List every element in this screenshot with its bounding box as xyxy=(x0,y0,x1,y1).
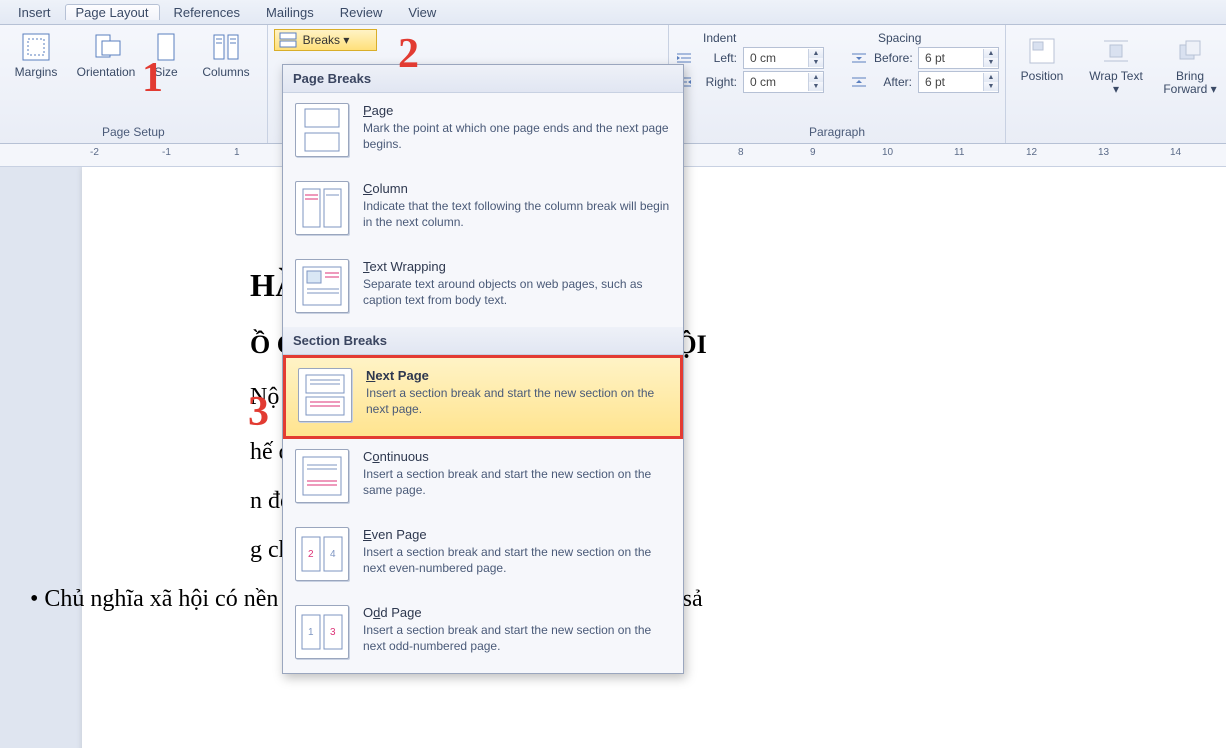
tab-insert[interactable]: Insert xyxy=(6,3,63,22)
page-break-icon xyxy=(295,103,349,157)
orientation-button[interactable]: Orientation xyxy=(76,27,136,79)
column-break-icon xyxy=(295,181,349,235)
tab-references[interactable]: References xyxy=(162,3,252,22)
even-page-icon: 24 xyxy=(295,527,349,581)
indent-left-icon xyxy=(675,51,693,65)
next-page-icon xyxy=(298,368,352,422)
spacing-before-icon xyxy=(850,51,868,65)
spacing-after-input[interactable]: 6 pt▲▼ xyxy=(918,71,999,93)
spacing-after-icon xyxy=(850,75,868,89)
break-page[interactable]: PPageageMark the point at which one page… xyxy=(283,93,683,171)
tab-page-layout[interactable]: Page Layout xyxy=(65,4,160,20)
indent-label: Indent xyxy=(675,31,824,45)
tab-review[interactable]: Review xyxy=(328,3,395,22)
svg-text:2: 2 xyxy=(308,549,314,560)
break-continuous[interactable]: ContinuousInsert a section break and sta… xyxy=(283,439,683,517)
spacing-label: Spacing xyxy=(850,31,999,45)
svg-text:4: 4 xyxy=(330,549,336,560)
tab-mailings[interactable]: Mailings xyxy=(254,3,326,22)
indent-right-input[interactable]: 0 cm▲▼ xyxy=(743,71,824,93)
margins-icon xyxy=(20,31,52,63)
position-button: Position xyxy=(1012,31,1072,96)
breaks-dropdown: Page Breaks PPageageMark the point at wh… xyxy=(282,64,684,674)
break-even-page[interactable]: 24 Even PageInsert a section break and s… xyxy=(283,517,683,595)
breaks-button[interactable]: Breaks ▾ xyxy=(274,29,377,51)
breaks-icon xyxy=(279,32,297,48)
svg-text:3: 3 xyxy=(330,627,336,638)
group-label-page-setup: Page Setup xyxy=(6,123,261,143)
position-icon xyxy=(1026,35,1058,67)
spacing-before-input[interactable]: 6 pt▲▼ xyxy=(918,47,999,69)
tab-view[interactable]: View xyxy=(396,3,448,22)
wrap-text-button: Wrap Text ▾ xyxy=(1086,31,1146,96)
odd-page-icon: 13 xyxy=(295,605,349,659)
break-odd-page[interactable]: 13 Odd PageInsert a section break and st… xyxy=(283,595,683,673)
columns-icon xyxy=(210,31,242,63)
wrap-text-icon xyxy=(1100,35,1132,67)
break-text-wrapping[interactable]: Text WrappingSeparate text around object… xyxy=(283,249,683,327)
annotation-1: 1 xyxy=(142,54,163,102)
annotation-2: 2 xyxy=(398,30,419,78)
bring-forward-button: Bring Forward ▾ xyxy=(1160,31,1220,96)
svg-text:1: 1 xyxy=(308,627,314,638)
margins-button[interactable]: Margins xyxy=(6,27,66,79)
page-breaks-header: Page Breaks xyxy=(283,65,683,93)
group-label-paragraph: Paragraph xyxy=(675,123,999,143)
text-wrapping-icon xyxy=(295,259,349,313)
indent-left-input[interactable]: 0 cm▲▼ xyxy=(743,47,824,69)
annotation-3: 3 xyxy=(248,388,269,436)
break-column[interactable]: ColumnIndicate that the text following t… xyxy=(283,171,683,249)
break-next-page[interactable]: Next PageInsert a section break and star… xyxy=(283,355,683,439)
section-breaks-header: Section Breaks xyxy=(283,327,683,355)
columns-button[interactable]: Columns xyxy=(196,27,256,79)
ribbon-tabs: Insert Page Layout References Mailings R… xyxy=(0,0,1226,25)
bring-forward-icon xyxy=(1174,35,1206,67)
continuous-icon xyxy=(295,449,349,503)
orientation-icon xyxy=(90,31,122,63)
